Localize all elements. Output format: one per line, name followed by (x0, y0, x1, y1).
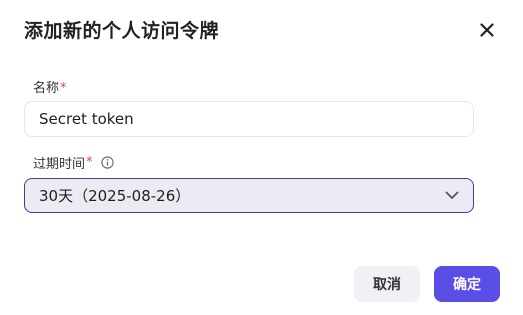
confirm-button[interactable]: 确定 (434, 266, 500, 302)
name-input[interactable]: Secret token (24, 101, 474, 137)
close-icon (480, 23, 494, 37)
dialog-title: 添加新的个人访问令牌 (24, 20, 220, 42)
expiry-required-mark: * (86, 155, 93, 170)
name-label-text: 名称 (33, 81, 60, 96)
cancel-button[interactable]: 取消 (354, 266, 420, 302)
close-button[interactable] (474, 17, 500, 43)
name-input-value: Secret token (39, 110, 134, 128)
expiry-label-text: 过期时间 (33, 157, 86, 172)
name-label: 名称* (33, 77, 67, 96)
name-required-mark: * (60, 81, 67, 96)
info-icon[interactable] (100, 156, 114, 169)
expiry-select[interactable]: 30天（2025-08-26） (24, 178, 474, 213)
expiry-label: 过期时间 * (33, 153, 114, 172)
add-token-dialog: 添加新的个人访问令牌 名称* Secret token 过期时间 * 30天（20… (0, 0, 523, 315)
chevron-down-icon (445, 191, 459, 200)
expiry-select-value: 30天（2025-08-26） (39, 187, 191, 205)
